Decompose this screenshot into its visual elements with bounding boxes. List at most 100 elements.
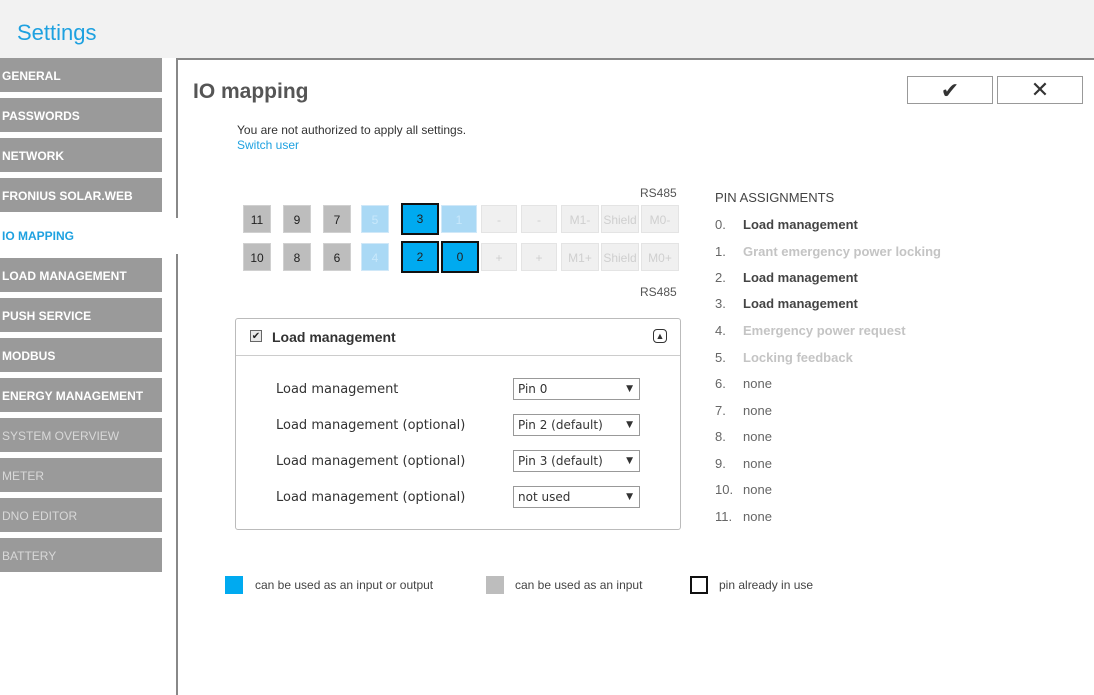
- chevron-down-icon: ▼: [626, 492, 633, 502]
- pin-assignment-value: Grant emergency power locking: [743, 244, 941, 259]
- pin-11[interactable]: 11: [243, 205, 271, 233]
- cancel-button[interactable]: ✕: [997, 76, 1083, 104]
- load-management-title: Load management: [272, 329, 396, 345]
- top-bar: Settings: [0, 0, 1094, 58]
- load-management-header: ✔ Load management ▲: [236, 319, 680, 356]
- load-management-checkbox[interactable]: ✔: [250, 330, 262, 342]
- pin-shield-top: Shield: [601, 205, 639, 233]
- pin-assignment-value: none: [743, 456, 772, 471]
- pin-assignment-num: 5.: [715, 350, 726, 365]
- pin-assignment-row: 3. Load management: [715, 296, 858, 311]
- pin-assignment-value: none: [743, 509, 772, 524]
- io-swatch: [225, 576, 243, 594]
- pin-10[interactable]: 10: [243, 243, 271, 271]
- pin-minus-2: -: [521, 205, 557, 233]
- pin-2[interactable]: 2: [401, 241, 439, 273]
- pin-assignment-num: 6.: [715, 376, 726, 391]
- pin-assignment-row: 9. none: [715, 456, 772, 471]
- pin-9[interactable]: 9: [283, 205, 311, 233]
- load-management-select-4[interactable]: not used ▼: [513, 486, 640, 508]
- load-management-select-1[interactable]: Pin 0 ▼: [513, 378, 640, 400]
- pin-minus-1: -: [481, 205, 517, 233]
- sidebar-item-system-overview[interactable]: SYSTEM OVERVIEW: [0, 418, 162, 454]
- pin-m0-plus: M0+: [641, 243, 679, 271]
- pin-plus-1: +: [481, 243, 517, 271]
- load-management-select-2[interactable]: Pin 2 (default) ▼: [513, 414, 640, 436]
- legend-in-use: pin already in use: [719, 578, 814, 592]
- pin-5[interactable]: 5: [361, 205, 389, 233]
- sidebar-item-modbus[interactable]: MODBUS: [0, 338, 162, 374]
- close-icon: ✕: [1030, 77, 1050, 102]
- pin-assignment-value: none: [743, 482, 772, 497]
- input-swatch: [486, 576, 504, 594]
- pin-assignment-value: none: [743, 403, 772, 418]
- pin-6[interactable]: 6: [323, 243, 351, 271]
- pin-4[interactable]: 4: [361, 243, 389, 271]
- pin-assignment-row: 8. none: [715, 429, 772, 444]
- select-value: Pin 3 (default): [518, 454, 603, 468]
- legend-input: can be used as an input: [515, 578, 643, 592]
- load-management-label: Load management: [276, 382, 399, 397]
- switch-user-link[interactable]: Switch user: [237, 138, 299, 152]
- pin-assignment-value: Locking feedback: [743, 350, 853, 365]
- pin-0[interactable]: 0: [441, 241, 479, 273]
- pin-assignment-value: Load management: [743, 217, 858, 232]
- pin-assignment-value: Load management: [743, 296, 858, 311]
- sidebar-item-push-service[interactable]: PUSH SERVICE: [0, 298, 162, 334]
- load-management-label: Load management (optional): [276, 490, 466, 505]
- sidebar-item-general[interactable]: GENERAL: [0, 58, 162, 94]
- chevron-down-icon: ▼: [626, 384, 633, 394]
- sidebar-item-fronius-solar-web[interactable]: FRONIUS SOLAR.WEB: [0, 178, 162, 214]
- load-management-panel: ✔ Load management ▲ Load management Pin …: [235, 318, 681, 530]
- auth-message: You are not authorized to apply all sett…: [237, 123, 467, 137]
- load-management-label: Load management (optional): [276, 454, 466, 469]
- pin-assignment-row: 4. Emergency power request: [715, 323, 906, 338]
- load-management-select-3[interactable]: Pin 3 (default) ▼: [513, 450, 640, 472]
- select-value: Pin 0: [518, 382, 548, 396]
- sidebar-item-energy-management[interactable]: ENERGY MANAGEMENT: [0, 378, 162, 414]
- sidebar-item-load-management[interactable]: LOAD MANAGEMENT: [0, 258, 162, 294]
- content-left-border: [176, 58, 178, 695]
- pin-assignment-num: 7.: [715, 403, 726, 418]
- pin-1[interactable]: 1: [441, 205, 477, 233]
- pin-plus-2: +: [521, 243, 557, 271]
- pin-assignment-num: 9.: [715, 456, 726, 471]
- pin-assignment-num: 3.: [715, 296, 726, 311]
- sidebar-item-meter[interactable]: METER: [0, 458, 162, 494]
- sidebar-item-dno-editor[interactable]: DNO EDITOR: [0, 498, 162, 534]
- collapse-icon[interactable]: ▲: [653, 329, 667, 343]
- sidebar-item-passwords[interactable]: PASSWORDS: [0, 98, 162, 134]
- pin-assignment-num: 2.: [715, 270, 726, 285]
- app-title: Settings: [17, 20, 97, 45]
- checkmark-icon: ✔: [940, 78, 960, 103]
- apply-button[interactable]: ✔: [907, 76, 993, 104]
- page-title: IO mapping: [193, 80, 309, 103]
- pin-assignment-num: 0.: [715, 217, 726, 232]
- pin-m1-minus: M1-: [561, 205, 599, 233]
- pin-assignment-row: 5. Locking feedback: [715, 350, 853, 365]
- pin-8[interactable]: 8: [283, 243, 311, 271]
- pin-assignment-value: none: [743, 429, 772, 444]
- content-top-border: [176, 58, 1094, 60]
- sidebar-item-network[interactable]: NETWORK: [0, 138, 162, 174]
- select-value: not used: [518, 490, 571, 504]
- pin-m1-plus: M1+: [561, 243, 599, 271]
- sidebar: GENERAL PASSWORDS NETWORK FRONIUS SOLAR.…: [0, 58, 178, 695]
- pin-assignment-num: 4.: [715, 323, 726, 338]
- pin-assignment-row: 2. Load management: [715, 270, 858, 285]
- rs485-top-label: RS485: [640, 186, 677, 200]
- pin-7[interactable]: 7: [323, 205, 351, 233]
- pin-assignment-row: 6. none: [715, 376, 772, 391]
- pin-assignment-num: 8.: [715, 429, 726, 444]
- pin-m0-minus: M0-: [641, 205, 679, 233]
- select-value: Pin 2 (default): [518, 418, 603, 432]
- chevron-down-icon: ▼: [626, 420, 633, 430]
- pin-3[interactable]: 3: [401, 203, 439, 235]
- pin-assignments-title: PIN ASSIGNMENTS: [715, 190, 835, 205]
- legend-io: can be used as an input or output: [255, 578, 434, 592]
- pin-assignment-row: 11. none: [715, 509, 772, 524]
- sidebar-item-io-mapping[interactable]: IO MAPPING: [0, 218, 178, 254]
- chevron-down-icon: ▼: [626, 456, 633, 466]
- pin-assignment-num: 10.: [715, 482, 734, 497]
- sidebar-item-battery[interactable]: BATTERY: [0, 538, 162, 574]
